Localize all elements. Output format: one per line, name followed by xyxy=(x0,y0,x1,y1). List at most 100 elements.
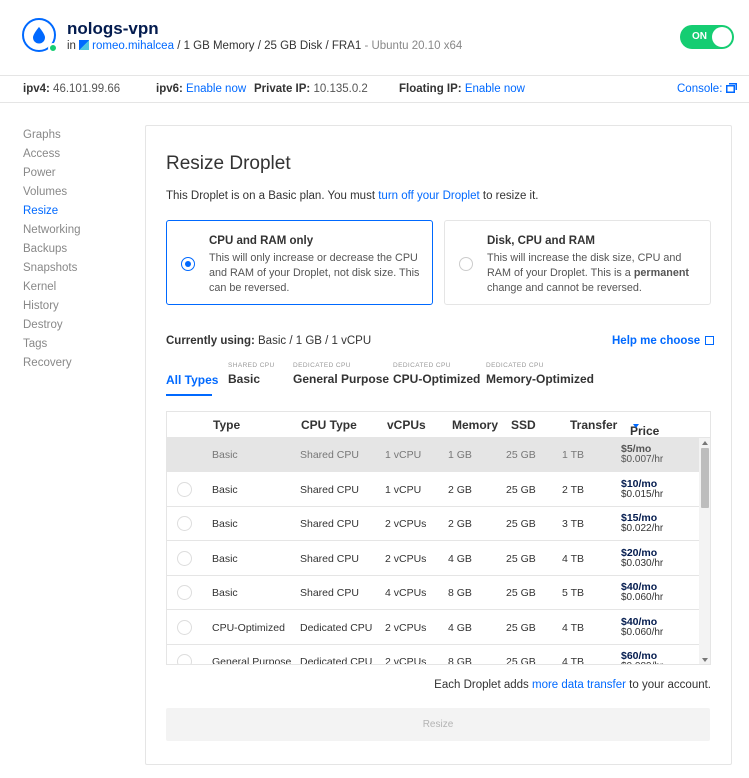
row-radio[interactable] xyxy=(177,516,192,531)
cell-cpu: Shared CPU xyxy=(300,518,359,530)
power-toggle-knob xyxy=(712,27,732,47)
console-link[interactable]: Console: xyxy=(677,83,737,95)
sidebar-item-destroy[interactable]: Destroy xyxy=(23,318,81,337)
tab-label: Memory-Optimized xyxy=(486,372,595,386)
scroll-thumb[interactable] xyxy=(701,448,709,508)
cell-type: Basic xyxy=(212,552,238,565)
sidebar-item-volumes[interactable]: Volumes xyxy=(23,185,81,204)
resize-button[interactable]: Resize xyxy=(166,708,710,741)
scroll-up-icon[interactable] xyxy=(702,441,708,445)
table-row[interactable]: General Purpose Dedicated CPU 2 vCPUs 8 GB 2… xyxy=(167,645,699,665)
cell-mem: 2 GB xyxy=(448,518,472,530)
tab-sup: DEDICATED CPU xyxy=(486,362,544,369)
sidebar-item-access[interactable]: Access xyxy=(23,147,81,166)
table-row[interactable]: Basic Shared CPU 2 vCPUs 2 GB 25 GB 3 TB $15/m… xyxy=(167,507,699,541)
price-hourly: $0.060/hr xyxy=(621,626,664,638)
option-title: Disk, CPU and RAM xyxy=(487,235,595,247)
currently-using: Currently using: Basic / 1 GB / 1 vCPU xyxy=(166,335,372,347)
droplet-os: - Ubuntu 20.10 x64 xyxy=(364,40,463,52)
permanent-label: permanent xyxy=(633,267,690,279)
cell-cpu: Shared CPU xyxy=(300,449,359,461)
cell-mem: 8 GB xyxy=(448,656,472,665)
sidebar-item-kernel[interactable]: Kernel xyxy=(23,280,81,299)
tab-general-purpose[interactable]: DEDICATED CPU General Purpose xyxy=(293,362,389,386)
col-type[interactable]: Type xyxy=(213,418,240,432)
owner-link[interactable]: romeo.mihalcea xyxy=(92,40,174,52)
option-radio[interactable] xyxy=(181,257,195,271)
data-transfer-note: Each Droplet adds more data transfer to … xyxy=(434,679,711,691)
data-transfer-link[interactable]: more data transfer xyxy=(532,679,626,691)
sidebar-item-power[interactable]: Power xyxy=(23,166,81,185)
cell-type: General Purpose xyxy=(212,656,292,665)
row-radio[interactable] xyxy=(177,550,192,566)
cell-vcpus: 2 vCPUs xyxy=(385,621,427,634)
row-radio[interactable] xyxy=(177,585,192,600)
cell-type: Basic xyxy=(212,518,238,530)
col-memory[interactable]: Memory xyxy=(452,418,498,432)
floating-ip-info: Floating IP: Enable now xyxy=(399,83,525,95)
sidebar-nav: Graphs Access Power Volumes Resize Netwo… xyxy=(23,128,81,375)
price-hourly: $0.030/hr xyxy=(621,557,664,569)
col-transfer[interactable]: Transfer xyxy=(570,418,617,432)
tab-basic[interactable]: SHARED CPU Basic xyxy=(228,362,275,386)
tab-sup: SHARED CPU xyxy=(228,362,275,369)
table-row[interactable]: CPU-Optimized Dedicated CPU 2 vCPUs 4 GB 25 … xyxy=(167,611,699,645)
help-me-choose-link[interactable]: Help me choose xyxy=(612,335,715,347)
col-ssd[interactable]: SSD xyxy=(511,418,536,432)
resize-description: This Droplet is on a Basic plan. You mus… xyxy=(166,190,539,202)
tab-label: Basic xyxy=(228,372,261,386)
ipv6-enable-link[interactable]: Enable now xyxy=(186,83,246,95)
active-tab-indicator xyxy=(166,394,212,396)
cell-cpu: Dedicated CPU xyxy=(300,621,373,634)
row-radio[interactable] xyxy=(177,654,192,664)
cell-mem: 4 GB xyxy=(448,621,472,634)
droplet-specs: / 1 GB Memory / 25 GB Disk / FRA1 xyxy=(177,40,362,52)
cell-type: Basic xyxy=(212,587,238,599)
cell-ssd: 25 GB xyxy=(506,518,536,530)
sidebar-item-resize[interactable]: Resize xyxy=(23,204,81,223)
sidebar-item-backups[interactable]: Backups xyxy=(23,242,81,261)
table-row[interactable]: Basic Shared CPU 1 vCPU 1 GB 25 GB 1 TB $5/mo $… xyxy=(167,438,699,472)
scroll-down-icon[interactable] xyxy=(702,658,708,662)
sidebar-item-history[interactable]: History xyxy=(23,299,81,318)
power-toggle[interactable]: ON xyxy=(680,25,734,49)
col-cpu-type[interactable]: CPU Type xyxy=(301,418,357,432)
tab-cpu-optimized[interactable]: DEDICATED CPU CPU-Optimized xyxy=(393,362,480,386)
team-icon xyxy=(79,40,90,50)
tab-all-types[interactable]: All Types xyxy=(166,362,218,387)
table-row[interactable]: Basic Shared CPU 2 vCPUs 4 GB 25 GB 4 TB $20/m… xyxy=(167,542,699,576)
cell-mem: 2 GB xyxy=(448,483,472,496)
price-hourly: $0.007/hr xyxy=(621,454,664,465)
ipv6-info: ipv6: Enable now xyxy=(156,83,247,95)
cell-ssd: 25 GB xyxy=(506,449,536,461)
option-radio[interactable] xyxy=(459,257,473,271)
sidebar-item-networking[interactable]: Networking xyxy=(23,223,81,242)
cell-transfer: 3 TB xyxy=(562,518,584,530)
row-radio[interactable] xyxy=(177,481,192,497)
option-cpu-ram-only[interactable]: CPU and RAM only This will only increase… xyxy=(166,220,433,305)
sidebar-item-graphs[interactable]: Graphs xyxy=(23,128,81,147)
table-row[interactable]: Basic Shared CPU 4 vCPUs 8 GB 25 GB 5 TB $40/m… xyxy=(167,576,699,610)
sidebar-item-tags[interactable]: Tags xyxy=(23,337,81,356)
page-title: Resize Droplet xyxy=(166,153,291,174)
row-radio[interactable] xyxy=(177,619,192,635)
cell-ssd: 25 GB xyxy=(506,656,536,665)
table-row[interactable]: Basic Shared CPU 1 vCPU 2 GB 25 GB 2 TB $10/mo… xyxy=(167,473,699,507)
private-ip-info: Private IP: 10.135.0.2 xyxy=(254,83,368,95)
turn-off-link[interactable]: turn off your Droplet xyxy=(378,190,479,202)
col-vcpus[interactable]: vCPUs xyxy=(387,418,426,432)
table-scrollbar[interactable] xyxy=(699,438,710,664)
option-disk-cpu-ram[interactable]: Disk, CPU and RAM This will increase the… xyxy=(444,220,711,305)
tab-label: General Purpose xyxy=(293,372,390,386)
sidebar-item-recovery[interactable]: Recovery xyxy=(23,356,81,375)
external-link-icon xyxy=(705,336,715,345)
tab-memory-optimized[interactable]: DEDICATED CPU Memory-Optimized xyxy=(486,362,594,386)
cell-mem: 4 GB xyxy=(448,552,472,565)
current-plan: Basic / 1 GB / 1 vCPU xyxy=(258,335,372,347)
sidebar-item-snapshots[interactable]: Snapshots xyxy=(23,261,81,280)
cell-ssd: 25 GB xyxy=(506,587,536,599)
cell-type: Basic xyxy=(212,449,238,461)
floating-ip-enable-link[interactable]: Enable now xyxy=(465,83,525,95)
private-ip-value: 10.135.0.2 xyxy=(313,83,368,95)
cell-transfer: 4 TB xyxy=(562,656,584,665)
